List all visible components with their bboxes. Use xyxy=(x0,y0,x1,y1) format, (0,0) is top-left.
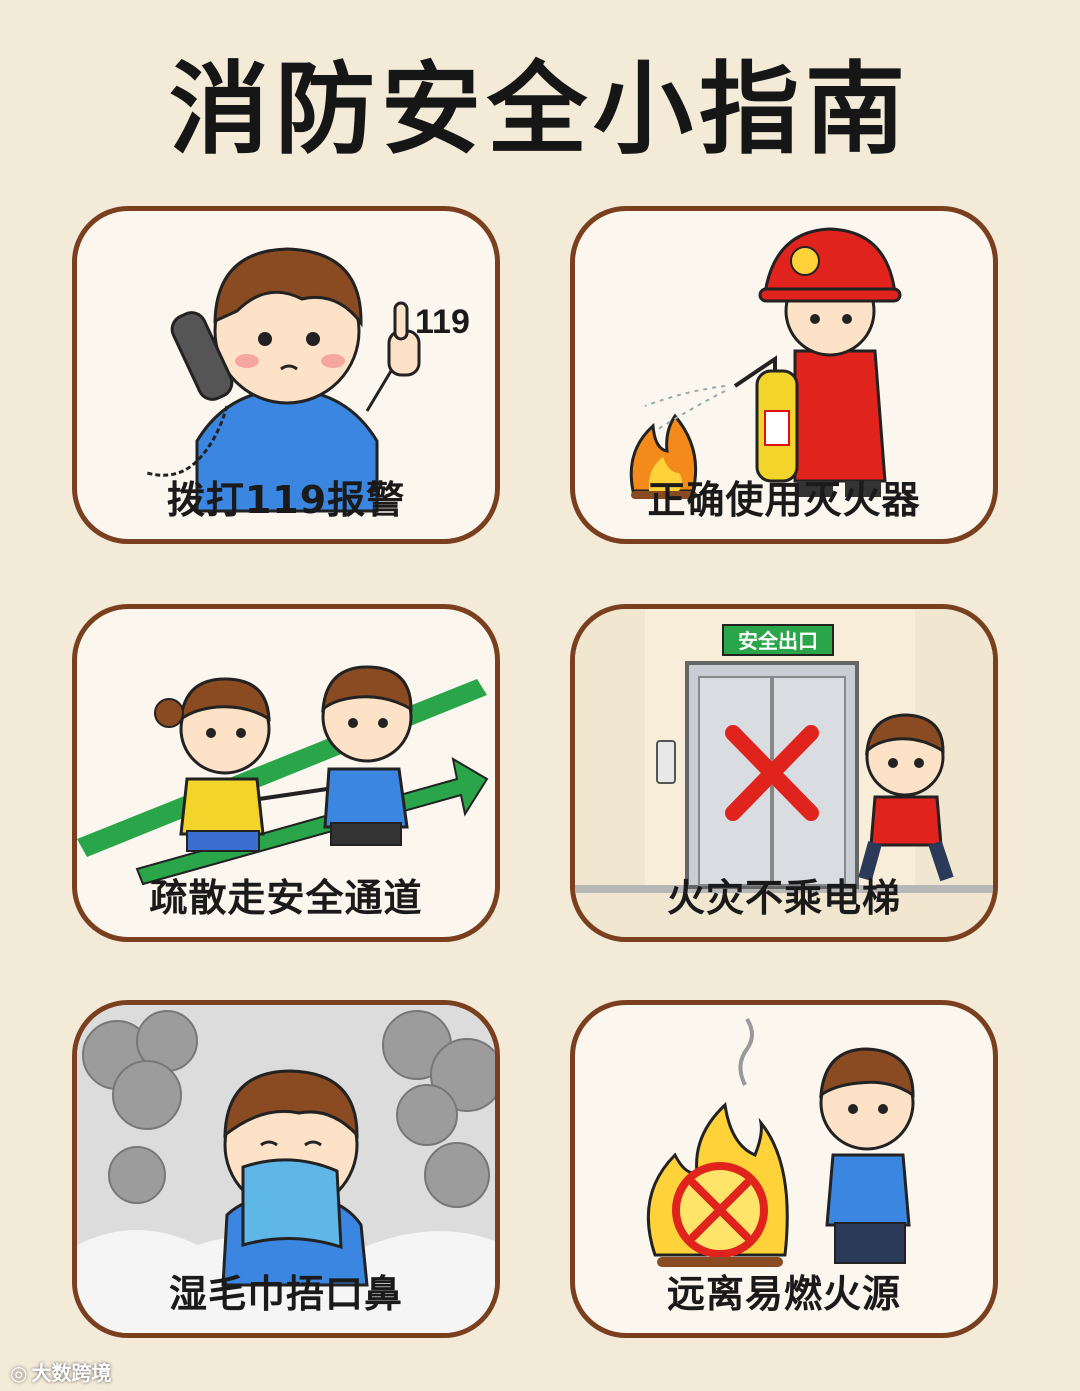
watermark: ◎ 大数跨境 xyxy=(10,1357,111,1386)
page-title: 消防安全小指南 xyxy=(169,51,911,168)
elevator-icon xyxy=(656,661,859,889)
card-caption: 火灾不乘电梯 xyxy=(666,876,901,920)
exit-arrow-icon xyxy=(77,679,489,886)
number-119-label: 119 xyxy=(415,303,470,341)
towel-icon xyxy=(241,1158,343,1250)
card-call-119: 119 拨打119报警 xyxy=(72,206,500,544)
card-evacuate: 疏散走安全通道 xyxy=(72,604,500,942)
card-away-fire: 远离易燃火源 xyxy=(570,1000,998,1338)
card-caption: 远离易燃火源 xyxy=(666,1272,901,1316)
card-extinguisher: 正确使用灭火器 xyxy=(570,206,998,544)
card-caption: 湿毛巾捂口鼻 xyxy=(168,1272,403,1316)
brand-logo-icon: ◎ xyxy=(10,1361,28,1385)
exit-sign-icon: 安全出口 xyxy=(722,624,834,656)
watermark-text: 大数跨境 xyxy=(31,1361,112,1385)
card-caption: 疏散走安全通道 xyxy=(149,876,423,920)
card-no-elevator: 安全出口 火灾不乘电梯 xyxy=(570,604,998,942)
no-fire-icon xyxy=(646,1101,789,1267)
fire-extinguisher-icon xyxy=(733,355,799,483)
card-caption: 正确使用灭火器 xyxy=(647,478,921,522)
exit-sign-label: 安全出口 xyxy=(738,629,818,653)
card-wet-towel: 湿毛巾捂口鼻 xyxy=(72,1000,500,1338)
card-caption: 拨打119报警 xyxy=(166,478,406,522)
